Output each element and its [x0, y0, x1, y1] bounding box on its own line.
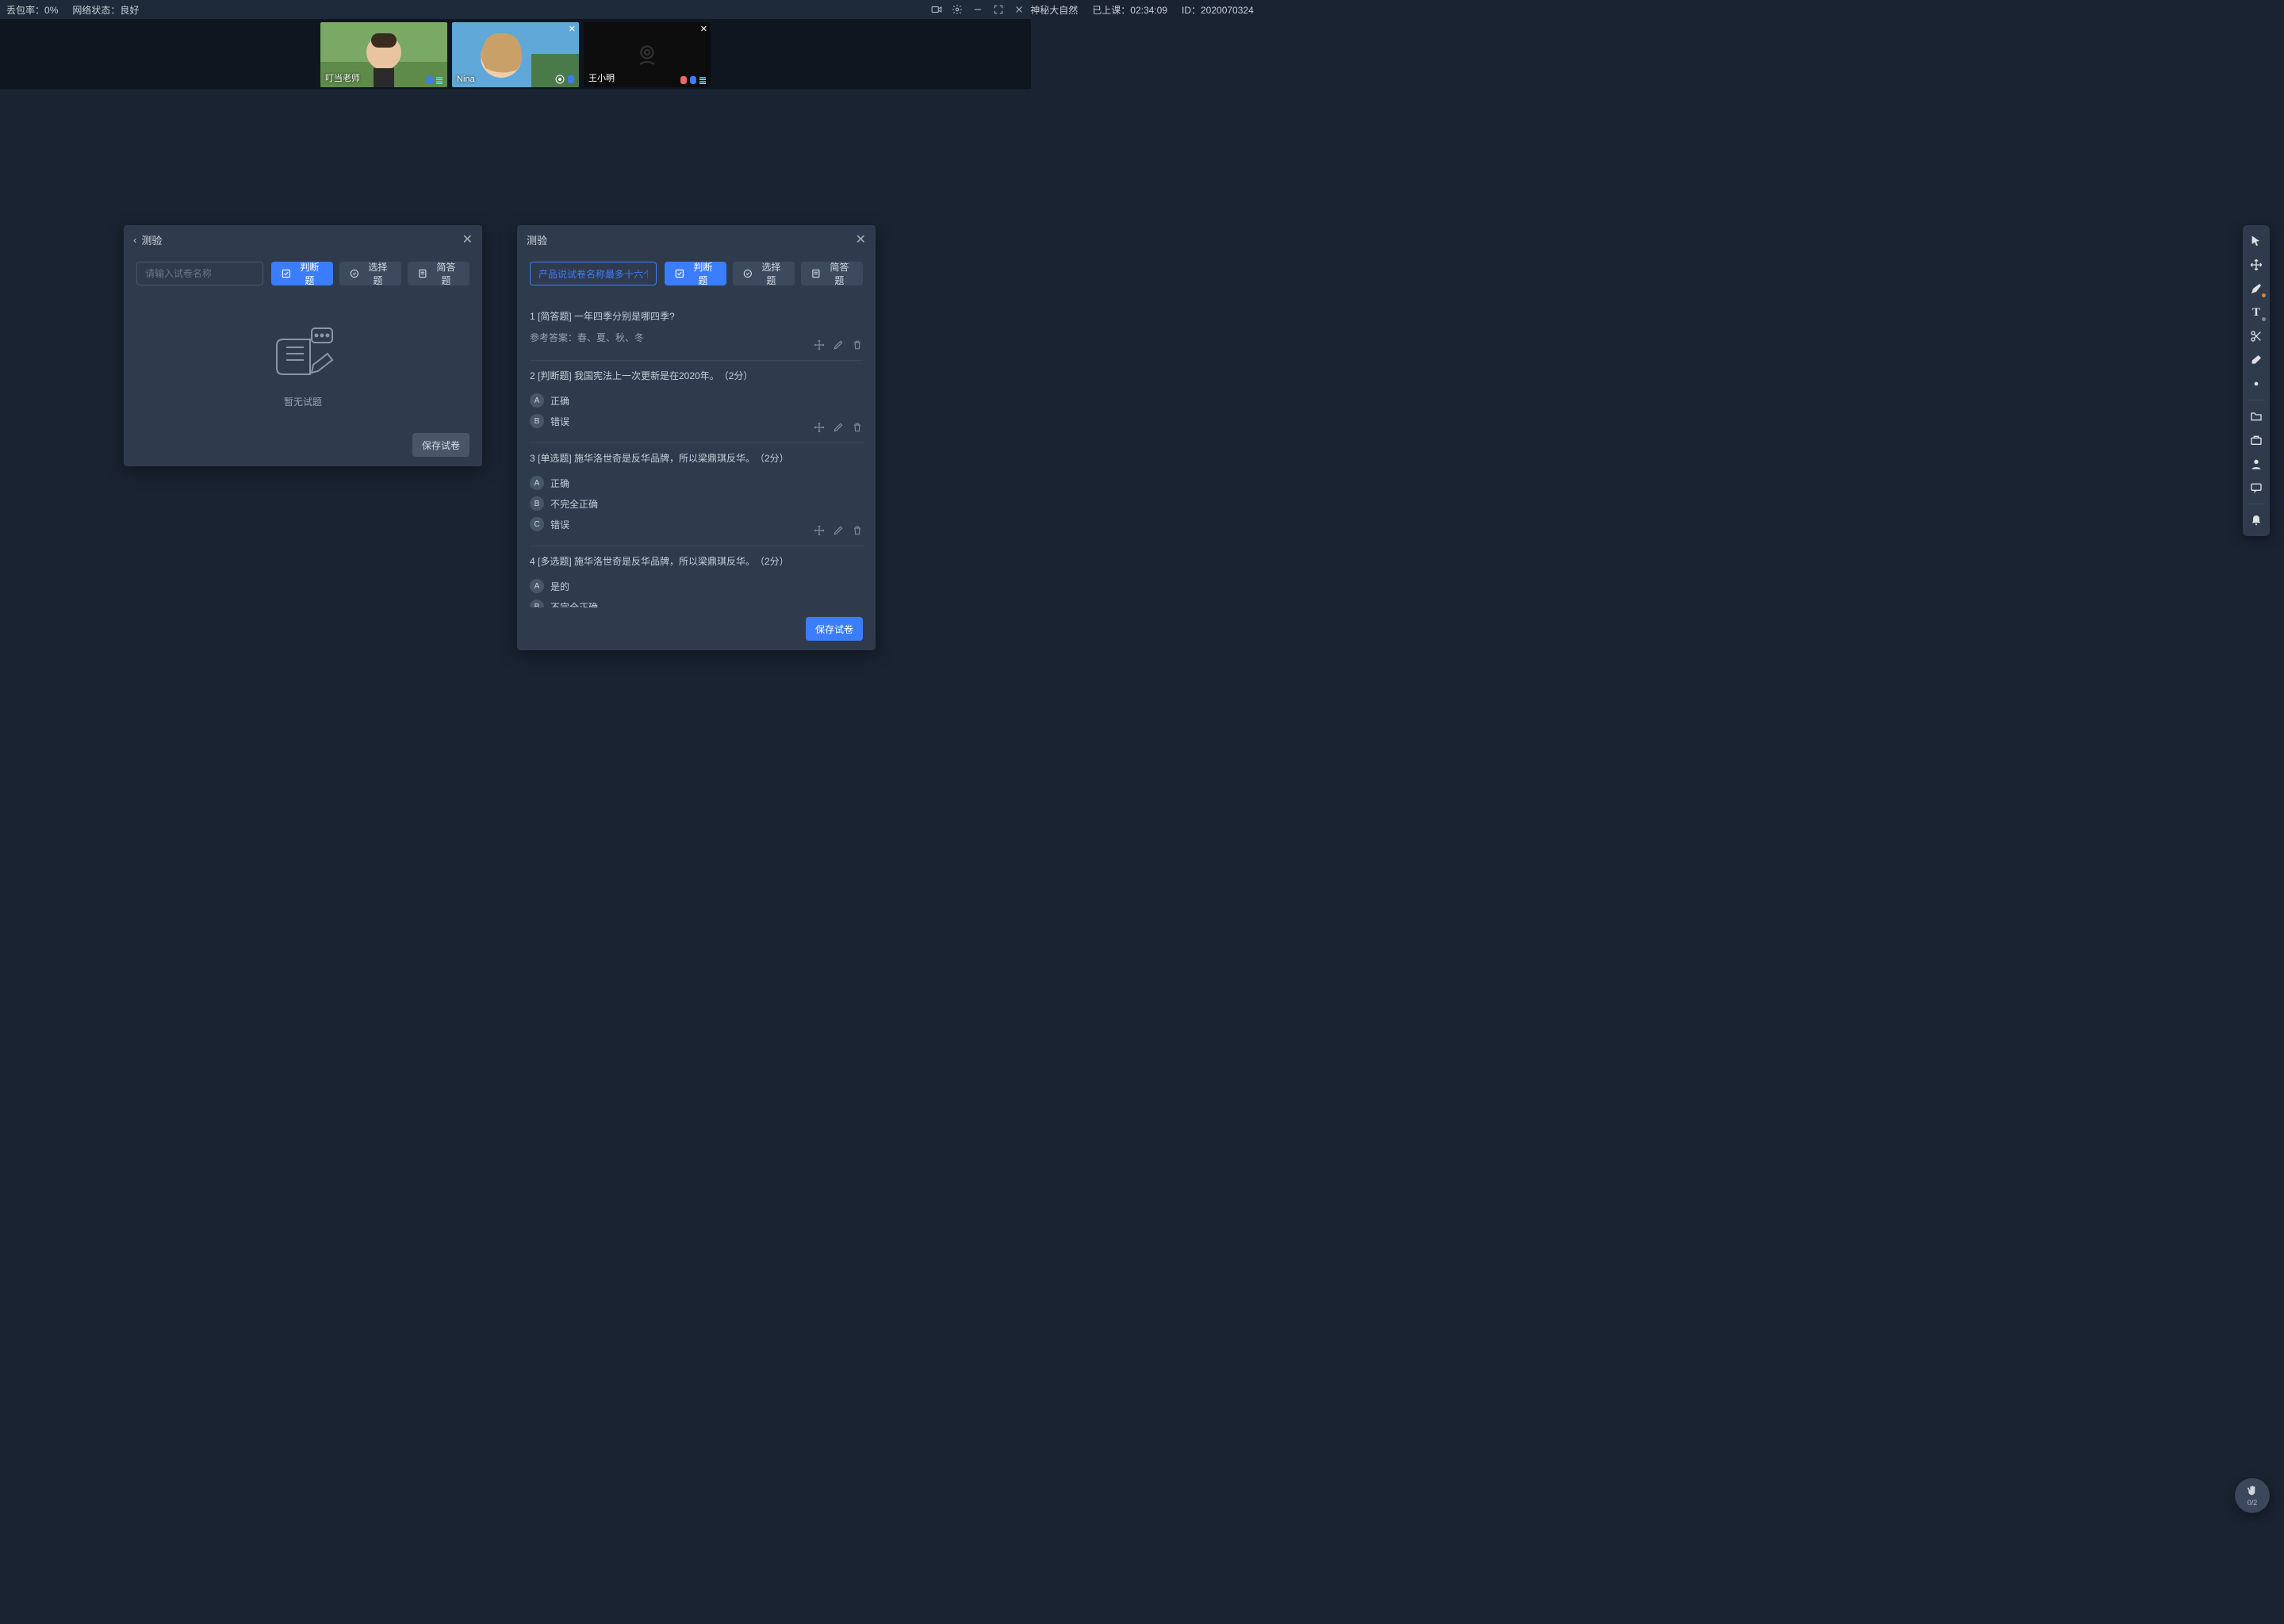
- hand-raise-count: 0/2: [2248, 1499, 2258, 1507]
- add-short-button[interactable]: 简答题: [801, 262, 863, 285]
- question-option[interactable]: B错误: [530, 411, 863, 431]
- session-id: ID：2020070324: [1182, 3, 1254, 17]
- reference-answer: 参考答案：春、夏、秋、冬: [530, 331, 863, 344]
- panel-title: 测验: [527, 232, 547, 247]
- cursor-tool-icon[interactable]: [2244, 230, 2268, 252]
- video-tile-student[interactable]: ✕ Nina: [452, 22, 579, 87]
- question-option[interactable]: B不完全正确: [530, 596, 863, 607]
- top-status-bar: 丢包率：0% 网络状态：良好 神秘大自然 已上课：02:34:09 ID：202…: [0, 0, 1031, 19]
- move-icon[interactable]: [814, 422, 825, 433]
- scissors-tool-icon[interactable]: [2244, 325, 2268, 347]
- quiz-panel-filled: 测验 ✕ 判断题 选择题 简答题 1 [简答题] 一年四季分别是哪四季? 参考答案…: [517, 225, 876, 650]
- camera-toggle-icon[interactable]: [931, 4, 942, 15]
- target-icon: [555, 75, 565, 84]
- add-choice-button[interactable]: 选择题: [733, 262, 795, 285]
- participant-name: 叮当老师: [325, 71, 360, 84]
- question-title: 4 [多选题] 施华洛世奇是反华品牌，所以梁鼎琪反华。 （2分）: [530, 554, 863, 568]
- tile-close-icon[interactable]: ✕: [700, 24, 707, 34]
- add-short-button[interactable]: 简答题: [408, 262, 469, 285]
- mic-icon: [568, 75, 574, 83]
- participant-name: Nina: [457, 75, 475, 84]
- question-item: 3 [单选题] 施华洛世奇是反华品牌，所以梁鼎琪反华。 （2分） A正确B不完全正…: [530, 443, 863, 546]
- eraser-tool-icon[interactable]: [2244, 349, 2268, 371]
- brightness-tool-icon[interactable]: [2244, 373, 2268, 395]
- participant-name: 王小明: [588, 71, 615, 84]
- edit-icon[interactable]: [833, 422, 844, 433]
- save-quiz-button[interactable]: 保存试卷: [412, 433, 469, 457]
- minimize-icon[interactable]: [972, 4, 983, 15]
- question-item: 2 [判断题] 我国宪法上一次更新是在2020年。 （2分） A正确B错误: [530, 361, 863, 443]
- quiz-name-input[interactable]: [530, 262, 657, 285]
- fullscreen-icon[interactable]: [993, 4, 1004, 15]
- back-icon[interactable]: ‹: [133, 234, 136, 246]
- camera-off-icon: [633, 40, 661, 69]
- add-judge-button[interactable]: 判断题: [665, 262, 726, 285]
- question-title: 2 [判断题] 我国宪法上一次更新是在2020年。 （2分）: [530, 369, 863, 382]
- delete-icon[interactable]: [852, 339, 863, 350]
- add-choice-button[interactable]: 选择题: [339, 262, 401, 285]
- question-item: 1 [简答题] 一年四季分别是哪四季? 参考答案：春、夏、秋、冬: [530, 301, 863, 361]
- chat-tool-icon[interactable]: [2244, 477, 2268, 499]
- bell-tool-icon[interactable]: [2244, 509, 2268, 531]
- edit-icon[interactable]: [833, 339, 844, 350]
- question-option[interactable]: A是的: [530, 576, 863, 596]
- quiz-panel-empty: ‹ 测验 ✕ 判断题 选择题 简答题 暂无试题 保存试卷: [124, 225, 482, 466]
- elapsed-time: 已上课：02:34:09: [1092, 3, 1167, 17]
- question-title: 3 [单选题] 施华洛世奇是反华品牌，所以梁鼎琪反华。 （2分）: [530, 451, 863, 465]
- question-list: 1 [简答题] 一年四季分别是哪四季? 参考答案：春、夏、秋、冬 2 [判断题] 我…: [517, 293, 876, 607]
- hand-icon: [2246, 1484, 2259, 1497]
- folder-tool-icon[interactable]: [2244, 405, 2268, 427]
- delete-icon[interactable]: [852, 525, 863, 536]
- move-icon[interactable]: [814, 339, 825, 350]
- close-window-icon[interactable]: [1014, 4, 1025, 15]
- packet-loss: 丢包率：0%: [6, 3, 58, 17]
- mic-icon: [690, 76, 696, 84]
- toolbox-tool-icon[interactable]: [2244, 429, 2268, 451]
- course-title: 神秘大自然: [1030, 3, 1078, 17]
- close-icon[interactable]: ✕: [462, 232, 473, 247]
- edit-icon[interactable]: [833, 525, 844, 536]
- question-option[interactable]: A正确: [530, 473, 863, 493]
- settings-icon[interactable]: [952, 4, 963, 15]
- video-tile-student-camoff[interactable]: ✕ 王小明: [584, 22, 711, 87]
- close-icon[interactable]: ✕: [856, 232, 866, 247]
- video-tile-teacher[interactable]: 叮当老师: [320, 22, 447, 87]
- question-title: 1 [简答题] 一年四季分别是哪四季?: [530, 309, 863, 323]
- question-option[interactable]: B不完全正确: [530, 493, 863, 514]
- move-icon[interactable]: [814, 525, 825, 536]
- pen-tool-icon[interactable]: [2244, 278, 2268, 300]
- save-quiz-button[interactable]: 保存试卷: [806, 617, 863, 641]
- empty-state: 暂无试题: [136, 301, 469, 423]
- network-status: 网络状态：良好: [72, 3, 139, 17]
- user-tool-icon[interactable]: [2244, 453, 2268, 475]
- add-judge-button[interactable]: 判断题: [271, 262, 333, 285]
- video-strip: 叮当老师 ✕ Nina ✕ 王小明: [0, 19, 1031, 89]
- move-tool-icon[interactable]: [2244, 254, 2268, 276]
- delete-icon[interactable]: [852, 422, 863, 433]
- right-toolbar: T: [2243, 225, 2270, 536]
- question-option[interactable]: A正确: [530, 390, 863, 411]
- panel-title: 测验: [141, 232, 162, 247]
- tile-close-icon[interactable]: ✕: [569, 24, 576, 34]
- mic-icon: [427, 76, 433, 84]
- text-tool-icon[interactable]: T: [2244, 301, 2268, 324]
- empty-illustration-icon: [267, 325, 339, 385]
- empty-text: 暂无试题: [284, 395, 322, 408]
- question-item: 4 [多选题] 施华洛世奇是反华品牌，所以梁鼎琪反华。 （2分） A是的B不完全正…: [530, 546, 863, 607]
- mic-muted-icon: [680, 76, 687, 84]
- hand-raise-button[interactable]: 0/2: [2235, 1478, 2270, 1513]
- quiz-name-input[interactable]: [136, 262, 263, 285]
- question-option[interactable]: C错误: [530, 514, 863, 534]
